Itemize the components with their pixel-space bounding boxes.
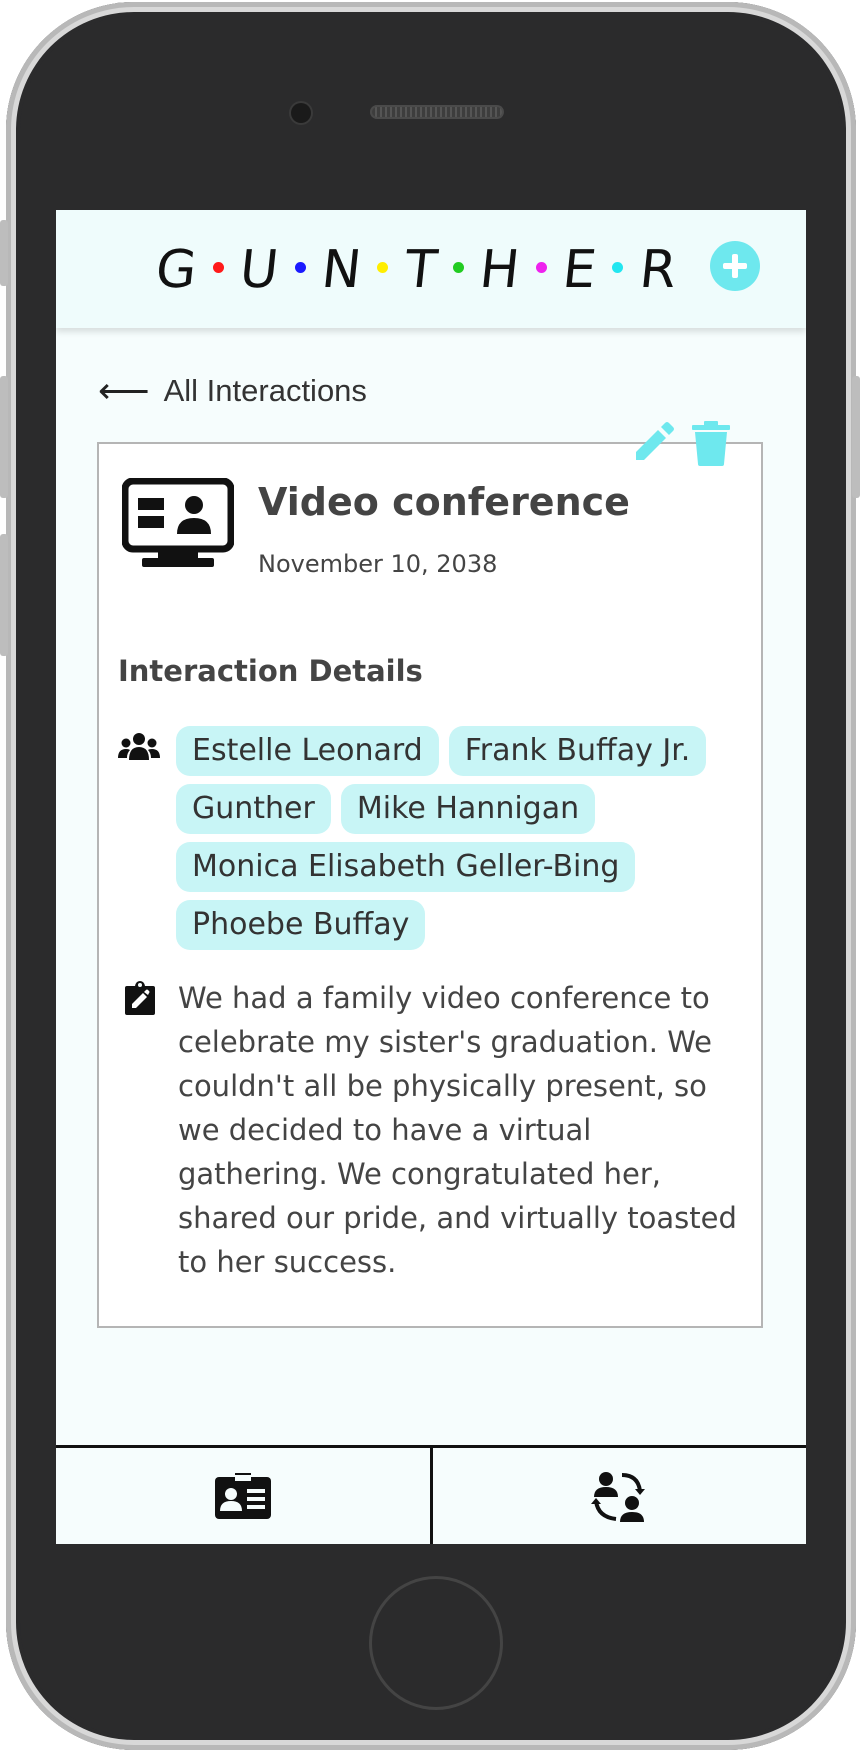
- contact-card-icon: [214, 1473, 271, 1519]
- logo-dot: [452, 261, 464, 273]
- arrow-left-icon: ⟵: [98, 370, 150, 411]
- logo-dot: [212, 261, 224, 273]
- logo-letter: R: [636, 240, 679, 300]
- tab-contacts[interactable]: [56, 1448, 430, 1544]
- gunther-logo: G U N T H E R: [152, 235, 679, 305]
- front-camera: [291, 103, 311, 123]
- participant-chip: Estelle Leonard: [176, 726, 439, 776]
- logo-dot: [294, 261, 306, 273]
- people-interaction-icon: [591, 1472, 646, 1522]
- people-group-icon: [118, 733, 160, 760]
- clipboard-pen-icon: [125, 981, 155, 1015]
- volume-down-button: [0, 534, 8, 656]
- logo-letter: T: [401, 240, 440, 300]
- details-heading: Interaction Details: [118, 654, 423, 688]
- logo-letter: H: [477, 240, 523, 300]
- participants-list: Estelle Leonard Frank Buffay Jr. Gunther…: [176, 726, 736, 950]
- logo-dot: [377, 261, 389, 273]
- back-to-all-interactions-link[interactable]: ⟵ All Interactions: [98, 370, 367, 412]
- plus-icon: [723, 254, 747, 278]
- participant-chip: Phoebe Buffay: [176, 900, 426, 950]
- interaction-notes: We had a family video conference to cele…: [178, 981, 737, 1279]
- trash-icon[interactable]: [690, 420, 732, 466]
- earpiece-speaker: [370, 105, 504, 119]
- volume-up-button: [0, 376, 8, 498]
- pencil-icon[interactable]: [632, 420, 676, 464]
- logo-letter: N: [318, 240, 364, 300]
- interaction-date: November 10, 2038: [258, 550, 498, 578]
- mute-switch: [0, 220, 8, 286]
- bottom-navigation: [56, 1445, 806, 1544]
- video-conference-icon: [122, 478, 234, 567]
- participant-chip: Mike Hannigan: [340, 784, 596, 834]
- app-screen: G U N T H E R ⟵ All Interactions Video c…: [56, 210, 806, 1544]
- power-button: [852, 376, 860, 498]
- back-link-label: All Interactions: [163, 373, 367, 408]
- participant-chip: Frank Buffay Jr.: [448, 726, 707, 776]
- interaction-title: Video conference: [258, 480, 630, 524]
- logo-dot: [535, 261, 547, 273]
- tab-interactions[interactable]: [429, 1448, 807, 1544]
- logo-letter: G: [152, 240, 200, 300]
- logo-letter: U: [236, 240, 282, 300]
- logo-dot: [612, 261, 624, 273]
- home-button[interactable]: [372, 1579, 500, 1707]
- participant-chip: Monica Elisabeth Geller-Bing: [176, 842, 636, 892]
- add-interaction-button[interactable]: [710, 241, 760, 291]
- app-header: G U N T H E R: [56, 210, 806, 328]
- participant-chip: Gunther: [176, 784, 331, 834]
- logo-letter: E: [559, 240, 600, 300]
